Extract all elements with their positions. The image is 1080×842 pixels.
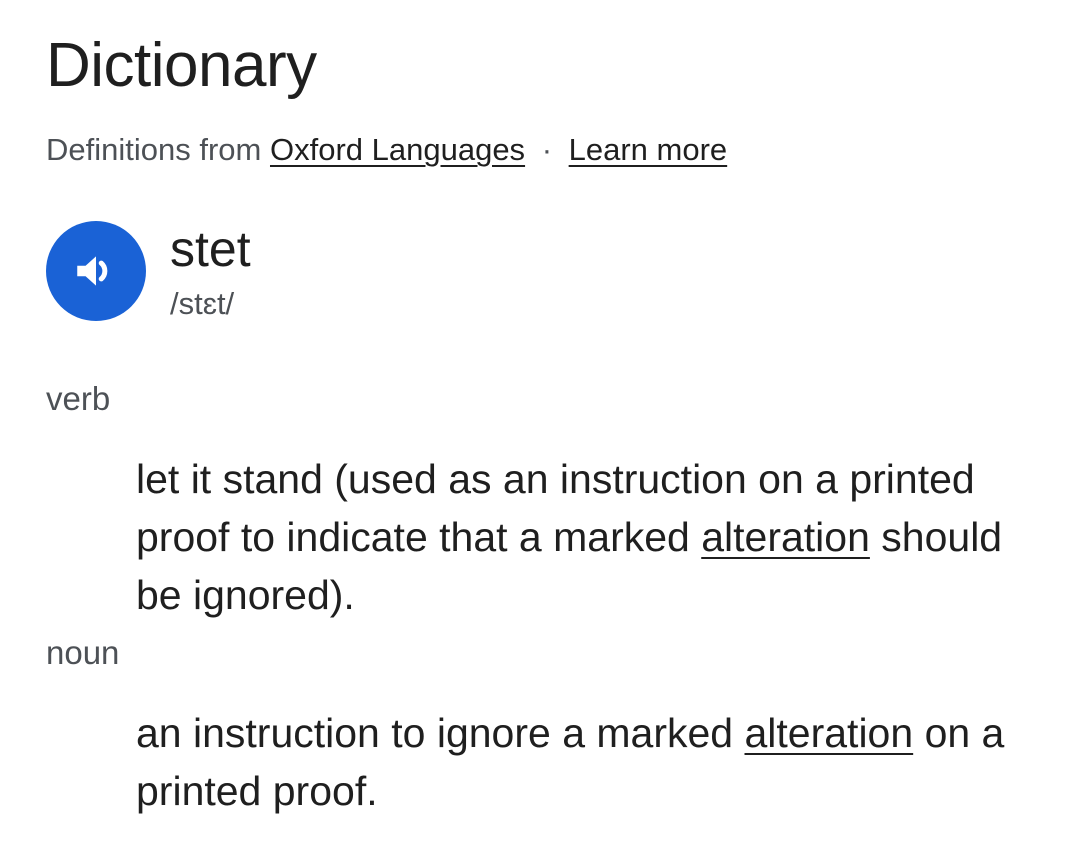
phonetic-spelling: /stɛt/ [170, 286, 235, 321]
part-of-speech-noun: noun [46, 634, 120, 671]
headword: stet [170, 221, 251, 277]
alteration-link[interactable]: alteration [701, 514, 870, 560]
attribution-separator: · [541, 132, 553, 167]
part-of-speech-verb: verb [46, 380, 111, 417]
pronunciation-audio-button[interactable] [46, 221, 146, 321]
dictionary-title: Dictionary [46, 31, 317, 100]
attribution-prefix: Definitions from [46, 132, 262, 167]
oxford-languages-link[interactable]: Oxford Languages [270, 132, 525, 167]
definition-text: an instruction to ignore a marked [136, 710, 745, 756]
speaker-icon [77, 256, 108, 286]
learn-more-link[interactable]: Learn more [569, 132, 728, 167]
definition-noun: an instruction to ignore a marked altera… [136, 704, 1036, 820]
alteration-link[interactable]: alteration [745, 710, 914, 756]
attribution-line: Definitions from Oxford Languages · Lear… [46, 132, 727, 168]
definition-verb: let it stand (used as an instruction on … [136, 450, 1036, 624]
